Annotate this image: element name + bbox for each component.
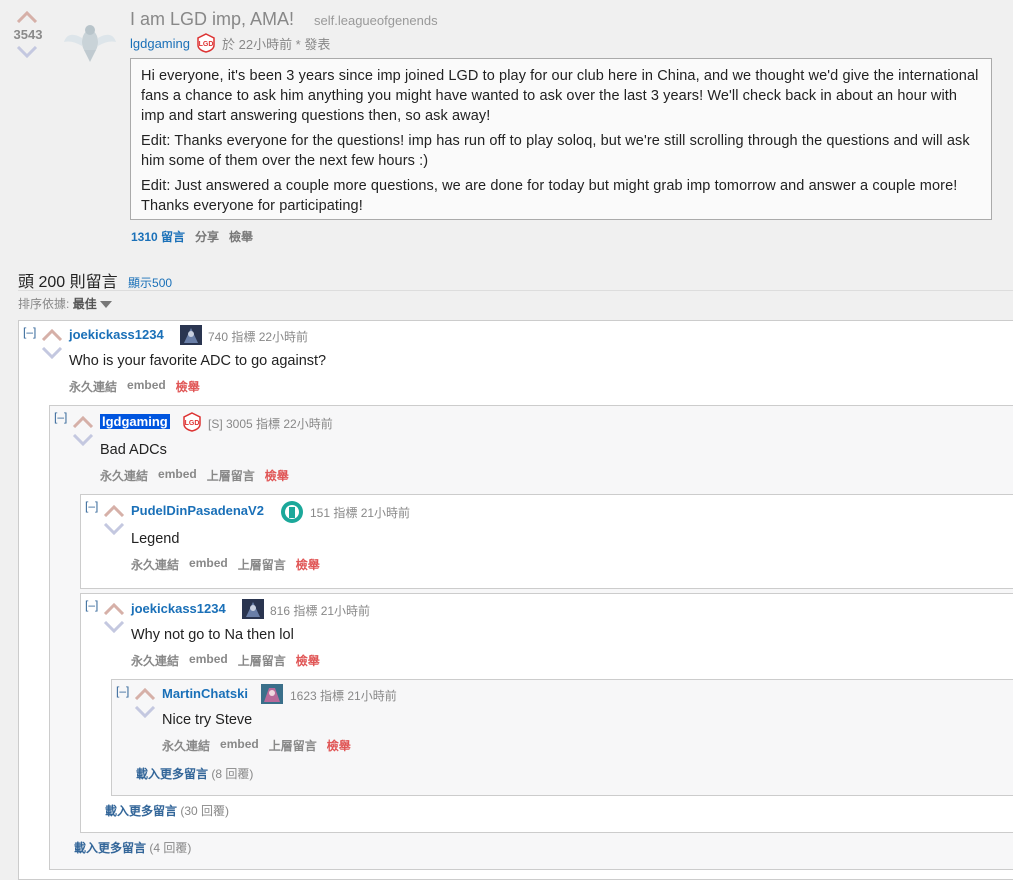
load-more-count: (4 回覆) [149,841,192,855]
comment-meta: 1623 指標 21小時前 [290,689,397,703]
parent-button[interactable]: 上層留言 [269,737,317,754]
upvote-arrow-icon[interactable] [134,688,156,700]
downvote-arrow-icon[interactable] [134,706,156,718]
comment-meta: 151 指標 21小時前 [310,506,411,520]
load-more-count: (30 回覆) [180,804,230,818]
comment-author[interactable]: joekickass1234 [69,327,164,342]
selftext-paragraph: Edit: Thanks everyone for the questions!… [141,133,970,169]
load-more-comments-link[interactable]: 載入更多留言 (4 回覆) [74,839,191,856]
downvote-arrow-icon[interactable] [16,46,38,58]
load-more-label[interactable]: 載入更多留言 [74,841,146,855]
embed-button[interactable]: embed [158,467,197,484]
post-selftext: Hi everyone, it's been 3 years since imp… [130,58,992,220]
comment-body: Bad ADCs [100,442,167,458]
comment-buttons: 永久連結 embed 上層留言 檢舉 [162,737,351,754]
load-more-label[interactable]: 載入更多留言 [136,767,208,781]
downvote-arrow-icon[interactable] [41,347,63,359]
load-more-count: (8 回覆) [211,767,254,781]
embed-button[interactable]: embed [220,737,259,754]
report-button[interactable]: 檢舉 [296,652,320,669]
comment-buttons: 永久連結 embed 上層留言 檢舉 [100,467,289,484]
comment-author[interactable]: MartinChatski [162,686,248,701]
downvote-arrow-icon[interactable] [103,523,125,535]
report-button[interactable]: 檢舉 [229,228,253,245]
svg-text:LGD: LGD [199,41,214,48]
selftext-paragraph: Edit: Just answered a couple more questi… [141,178,958,214]
sort-label: 排序依據: [18,297,70,311]
share-button[interactable]: 分享 [195,228,219,245]
permalink-button[interactable]: 永久連結 [131,652,179,669]
load-more-comments-link[interactable]: 載入更多留言 (30 回覆) [105,802,229,819]
upvote-arrow-icon[interactable] [41,329,63,341]
comments-link[interactable]: 1310 留言 [131,228,185,245]
report-button[interactable]: 檢舉 [265,467,289,484]
collapse-toggle[interactable]: [–] [116,684,129,698]
post-title[interactable]: I am LGD imp, AMA! [130,9,294,30]
champion-avatar-icon [242,599,264,619]
comment-meta: 816 指標 21小時前 [270,604,371,618]
report-button[interactable]: 檢舉 [176,378,200,395]
upvote-arrow-icon[interactable] [16,11,38,23]
upvote-arrow-icon[interactable] [103,505,125,517]
load-more-comments-link[interactable]: 載入更多留言 (8 回覆) [136,765,253,782]
comment-body: Legend [131,531,180,547]
team-logo-icon [281,501,303,523]
comment-author-op[interactable]: lgdgaming [100,414,170,429]
collapse-toggle[interactable]: [–] [85,499,98,513]
post-author[interactable]: lgdgaming [130,36,190,51]
post-score: 3543 [13,27,43,42]
upvote-arrow-icon[interactable] [72,416,94,428]
comment-body: Nice try Steve [162,712,253,728]
embed-button[interactable]: embed [127,378,166,395]
parent-button[interactable]: 上層留言 [207,467,255,484]
downvote-arrow-icon[interactable] [72,434,94,446]
permalink-button[interactable]: 永久連結 [162,737,210,754]
comments-title: 頭 200 則留言 [18,274,118,291]
parent-button[interactable]: 上層留言 [238,556,286,573]
embed-button[interactable]: embed [189,556,228,573]
permalink-button[interactable]: 永久連結 [100,467,148,484]
show-more-comments-link[interactable]: 顯示500 [128,276,172,290]
post-tagline: lgdgaming LGD 於 22小時前 * 發表 [130,33,330,53]
comment-meta: 740 指標 22小時前 [208,330,309,344]
sort-value[interactable]: 最佳 [73,297,97,311]
load-more-label[interactable]: 載入更多留言 [105,804,177,818]
comment-body: Who is your favorite ADC to go against? [69,353,327,369]
lgd-logo-icon: LGD [183,412,201,432]
post-buttons: 1310 留言 分享 檢舉 [131,228,253,245]
selftext-paragraph: Hi everyone, it's been 3 years since imp… [141,68,979,124]
comment-buttons: 永久連結 embed 檢舉 [69,378,200,395]
chevron-down-icon[interactable] [99,301,112,309]
comment-body: Why not go to Na then lol [131,627,294,643]
report-button[interactable]: 檢舉 [327,737,351,754]
comment-buttons: 永久連結 embed 上層留言 檢舉 [131,652,320,669]
sort-selector[interactable]: 排序依據: 最佳 [18,295,112,312]
upvote-arrow-icon[interactable] [103,603,125,615]
comment-buttons: 永久連結 embed 上層留言 檢舉 [131,556,320,573]
champion-avatar-icon [261,684,283,704]
champion-avatar-icon [180,325,202,345]
svg-text:LGD: LGD [185,420,200,427]
lgd-logo-icon: LGD [197,33,215,53]
post-time: 於 22小時前 * 發表 [222,36,331,52]
permalink-button[interactable]: 永久連結 [131,556,179,573]
collapse-toggle[interactable]: [–] [85,598,98,612]
comment-author[interactable]: joekickass1234 [131,601,226,616]
post-container: 3543 I am LGD imp, AMA! self.leagueofgen… [0,0,1013,256]
parent-button[interactable]: 上層留言 [238,652,286,669]
guardian-angel-icon[interactable] [62,20,118,64]
comment-meta: [S] 3005 指標 22小時前 [208,417,333,431]
post-domain[interactable]: self.leagueofgenends [314,13,438,28]
comments-header: 頭 200 則留言 顯示500 [18,268,172,292]
collapse-toggle[interactable]: [–] [23,325,36,339]
embed-button[interactable]: embed [189,652,228,669]
report-button[interactable]: 檢舉 [296,556,320,573]
permalink-button[interactable]: 永久連結 [69,378,117,395]
downvote-arrow-icon[interactable] [103,621,125,633]
collapse-toggle[interactable]: [–] [54,410,67,424]
divider [18,290,1013,291]
comment-author[interactable]: PudelDinPasadenaV2 [131,503,264,518]
